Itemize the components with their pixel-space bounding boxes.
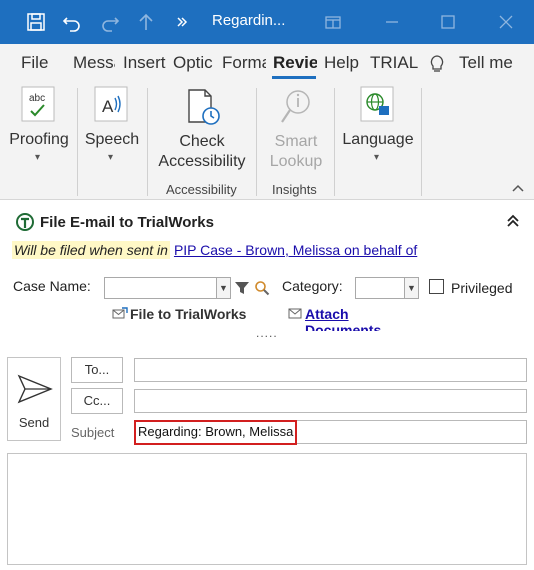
cc-field[interactable]: [134, 389, 527, 413]
proofing-button[interactable]: Proofing: [8, 130, 70, 150]
category-combo[interactable]: ▼: [355, 277, 419, 299]
filter-icon[interactable]: [234, 280, 250, 301]
active-tab-indicator: [272, 76, 316, 79]
maximize-icon[interactable]: [436, 10, 460, 34]
undo-icon[interactable]: [60, 10, 84, 34]
collapse-ribbon-icon[interactable]: [511, 180, 525, 198]
title-bar: Regardin...: [0, 0, 534, 44]
speech-button[interactable]: Speech: [84, 130, 140, 150]
case-link[interactable]: PIP Case - Brown, Melissa on behalf of: [174, 242, 417, 258]
attach-documents-link[interactable]: Attach Documents: [305, 306, 381, 331]
redo-icon[interactable]: [98, 10, 122, 34]
attach-label-2[interactable]: Documents: [305, 322, 381, 331]
splitter-grip[interactable]: .....: [256, 326, 278, 340]
ribbon: abc Proofing ▾ A Speech ▾ Check Accessib…: [0, 82, 534, 200]
ribbon-tab-row: File Messa Insert Optic Forma Revie Help…: [0, 44, 534, 82]
minimize-icon[interactable]: [380, 10, 404, 34]
chevron-down-icon[interactable]: ▼: [404, 278, 418, 298]
group-divider: [421, 88, 422, 196]
subject-value[interactable]: Regarding: Brown, Melissa: [134, 420, 298, 445]
restore-window-icon[interactable]: [321, 10, 345, 34]
smart-lookup-icon[interactable]: [278, 88, 314, 133]
case-name-label: Case Name:: [13, 278, 91, 294]
subject-label: Subject: [71, 425, 115, 440]
collapse-panel-icon[interactable]: [506, 214, 520, 231]
chevron-down-icon[interactable]: ▼: [216, 278, 230, 298]
group-divider: [147, 88, 148, 196]
save-icon[interactable]: [24, 10, 48, 34]
tab-help[interactable]: Help: [324, 53, 359, 73]
tab-review[interactable]: Revie: [273, 53, 317, 73]
chevron-down-icon[interactable]: ▾: [108, 152, 113, 163]
case-name-combo[interactable]: ▼: [104, 277, 231, 299]
svg-text:abc: abc: [29, 93, 45, 104]
file-to-trialworks-button[interactable]: File to TrialWorks: [112, 306, 246, 322]
smart-lookup-label-2: Lookup: [269, 153, 323, 170]
to-field[interactable]: [134, 358, 527, 382]
file-mail-icon: [112, 307, 128, 319]
tab-trial[interactable]: TRIAL: [370, 53, 418, 73]
file-to-trialworks-label: File to TrialWorks: [130, 306, 247, 322]
trialworks-logo-icon: [16, 213, 34, 231]
window-title: Regardin...: [212, 12, 286, 29]
tab-message[interactable]: Messa: [73, 53, 115, 73]
tab-format[interactable]: Forma: [222, 53, 266, 73]
spelling-icon[interactable]: abc: [20, 86, 56, 129]
chevron-down-icon[interactable]: ▾: [374, 152, 379, 163]
privileged-checkbox[interactable]: [429, 279, 444, 294]
smart-lookup-label-1: Smart: [274, 133, 318, 150]
search-icon[interactable]: [254, 280, 270, 301]
group-divider: [334, 88, 335, 196]
chevron-down-icon[interactable]: ▾: [35, 152, 40, 163]
svg-text:A: A: [102, 97, 114, 116]
check-accessibility-button[interactable]: Check Accessibility: [156, 132, 248, 172]
group-divider: [77, 88, 78, 196]
attach-label-1[interactable]: Attach: [305, 306, 381, 322]
check-accessibility-label-1: Check: [179, 133, 225, 150]
filed-prefix: Will be filed when sent in: [12, 241, 170, 259]
lightbulb-icon[interactable]: [428, 54, 446, 79]
cc-button[interactable]: Cc...: [71, 388, 123, 414]
attach-icon: [288, 306, 302, 324]
group-divider: [256, 88, 257, 196]
category-label: Category:: [282, 278, 343, 294]
to-button[interactable]: To...: [71, 357, 123, 383]
tell-me-search[interactable]: Tell me: [459, 53, 513, 73]
language-icon[interactable]: [359, 86, 395, 129]
read-aloud-icon[interactable]: A: [93, 86, 129, 129]
trialworks-header: File E-mail to TrialWorks: [16, 213, 214, 231]
tab-file[interactable]: File: [21, 53, 48, 73]
more-icon[interactable]: [170, 10, 194, 34]
trialworks-title: File E-mail to TrialWorks: [40, 213, 214, 231]
send-icon: [17, 374, 53, 404]
message-body[interactable]: [7, 453, 527, 565]
privileged-label: Privileged: [451, 280, 513, 296]
close-icon[interactable]: [494, 10, 518, 34]
send-button[interactable]: Send: [7, 357, 61, 441]
smart-lookup-button[interactable]: Smart Lookup: [264, 132, 328, 172]
language-button[interactable]: Language: [342, 130, 414, 150]
tab-insert[interactable]: Insert: [123, 53, 167, 73]
check-accessibility-icon[interactable]: [185, 88, 223, 133]
filed-note: Will be filed when sent in PIP Case - Bro…: [12, 241, 417, 262]
tab-options[interactable]: Optic: [173, 53, 215, 73]
check-accessibility-label-2: Accessibility: [158, 153, 246, 170]
up-arrow-icon[interactable]: [134, 10, 158, 34]
group-label-accessibility: Accessibility: [166, 182, 237, 197]
group-label-insights: Insights: [272, 182, 317, 197]
send-label: Send: [18, 415, 50, 430]
